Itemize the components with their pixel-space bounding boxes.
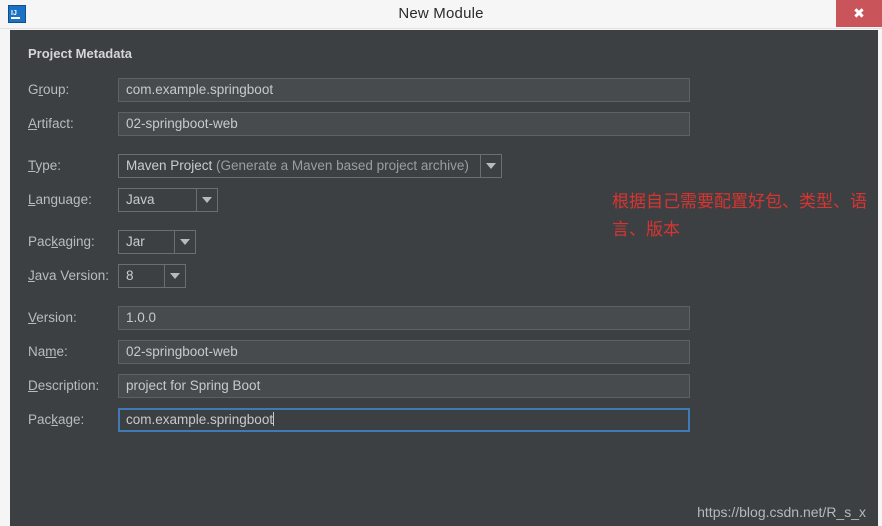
- label-packaging: Packaging:: [28, 234, 95, 249]
- language-combobox[interactable]: Java: [118, 188, 218, 212]
- label-java-version: Java Version:: [28, 268, 110, 283]
- packaging-combobox-value: Jar: [118, 230, 174, 254]
- close-icon[interactable]: ✖: [836, 0, 882, 27]
- label-version: Version:: [28, 310, 77, 325]
- watermark: https://blog.csdn.net/R_s_x: [697, 504, 866, 520]
- new-module-dialog-panel: Project Metadata Group: com.example.spri…: [10, 30, 878, 526]
- label-type: Type:: [28, 158, 62, 173]
- text-cursor: [273, 412, 275, 426]
- java-version-combobox[interactable]: 8: [118, 264, 186, 288]
- annotation-text: 根据自己需要配置好包、类型、语言、版本: [612, 192, 867, 240]
- type-combobox[interactable]: Maven Project (Generate a Maven based pr…: [118, 154, 502, 178]
- group-input[interactable]: com.example.springboot: [118, 78, 690, 102]
- label-group: Group:: [28, 82, 70, 97]
- language-combobox-value: Java: [118, 188, 196, 212]
- chevron-down-icon[interactable]: [164, 264, 186, 288]
- type-combobox-value: Maven Project (Generate a Maven based pr…: [118, 154, 480, 178]
- java-version-combobox-value: 8: [118, 264, 164, 288]
- artifact-input[interactable]: 02-springboot-web: [118, 112, 690, 136]
- chevron-down-icon[interactable]: [196, 188, 218, 212]
- chevron-down-icon[interactable]: [174, 230, 196, 254]
- chevron-down-icon[interactable]: [480, 154, 502, 178]
- description-input[interactable]: project for Spring Boot: [118, 374, 690, 398]
- label-artifact: Artifact:: [28, 116, 74, 131]
- label-language: Language:: [28, 192, 92, 207]
- name-input[interactable]: 02-springboot-web: [118, 340, 690, 364]
- label-package: Package:: [28, 412, 85, 427]
- packaging-combobox[interactable]: Jar: [118, 230, 196, 254]
- package-input-value: com.example.springboot: [126, 412, 274, 427]
- label-description: Description:: [28, 378, 100, 393]
- version-input[interactable]: 1.0.0: [118, 306, 690, 330]
- window-titlebar: IJ New Module ✖: [0, 0, 882, 29]
- package-input[interactable]: com.example.springboot: [118, 408, 690, 432]
- page-title: Project Metadata: [28, 46, 133, 61]
- window-title: New Module: [398, 5, 484, 22]
- label-name: Name:: [28, 344, 68, 359]
